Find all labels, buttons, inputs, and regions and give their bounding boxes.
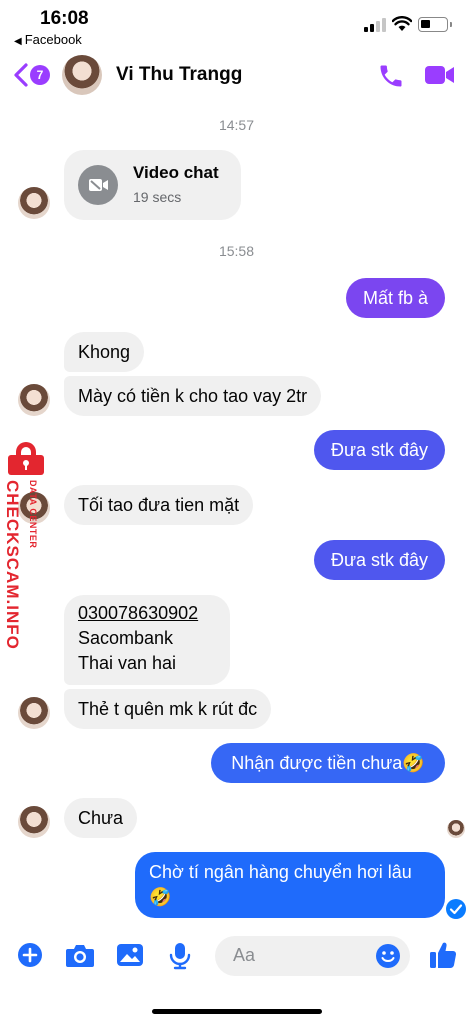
wifi-icon [392, 16, 412, 31]
sender-avatar[interactable] [18, 697, 50, 729]
cellular-signal-icon [364, 18, 386, 32]
outgoing-message[interactable]: Đưa stk đây [314, 430, 445, 470]
watermark-text: CHECKSCAM.INFO [3, 480, 22, 650]
sender-avatar[interactable] [18, 384, 50, 416]
account-info-message[interactable]: 030078630902 Sacombank Thai van hai [64, 595, 230, 685]
message-line: 🤣 [149, 887, 172, 907]
message-composer [0, 930, 473, 982]
plus-icon[interactable] [17, 942, 43, 968]
video-camera-icon [78, 165, 118, 205]
video-chat-duration: 19 secs [133, 189, 182, 205]
incoming-message[interactable]: Chưa [64, 798, 138, 838]
battery-icon [418, 17, 452, 32]
contact-avatar[interactable] [62, 55, 102, 95]
incoming-message[interactable]: Khong [64, 332, 145, 372]
gallery-icon[interactable] [116, 942, 144, 968]
chat-header: 7 Vi Thu Trangg [0, 50, 473, 100]
incoming-message[interactable]: Mày có tiền k cho tao vay 2tr [64, 376, 322, 416]
outgoing-message[interactable]: Chờ tí ngân hàng chuyển hơi lâu 🤣 [135, 852, 445, 918]
incoming-message[interactable]: Thẻ t quên mk k rút đc [64, 689, 272, 729]
video-call-icon[interactable] [424, 64, 456, 86]
seen-receipt-avatar [447, 820, 465, 838]
phone-call-icon[interactable] [377, 62, 405, 90]
watermark: CHECKSCAM.INFO DATA CENTER [0, 440, 56, 670]
back-app-label: Facebook [24, 32, 82, 47]
status-bar: 16:08 ◀ Facebook [0, 0, 473, 48]
lock-icon [8, 442, 44, 475]
back-chevron-icon[interactable] [12, 62, 30, 88]
incoming-message[interactable]: Tối tao đưa tien mặt [64, 485, 254, 525]
status-time: 16:08 [40, 8, 89, 29]
unread-count-badge[interactable]: 7 [30, 65, 50, 85]
account-holder: Thai van hai [78, 653, 177, 673]
outgoing-message[interactable]: Đưa stk đây [314, 540, 445, 580]
timestamp: 14:57 [218, 117, 255, 133]
emoji-icon[interactable] [375, 943, 401, 969]
timestamp: 15:58 [218, 243, 255, 259]
sent-check-icon [446, 899, 466, 919]
thumbs-up-icon[interactable] [428, 940, 458, 970]
back-to-app-link[interactable]: ◀ Facebook [14, 32, 82, 47]
microphone-icon[interactable] [169, 942, 191, 970]
sender-avatar[interactable] [18, 187, 50, 219]
home-indicator[interactable] [152, 1009, 322, 1014]
outgoing-message[interactable]: Nhận được tiền chưa🤣 [211, 743, 445, 783]
message-line: Chờ tí ngân hàng chuyển hơi lâu [149, 862, 412, 882]
bank-name: Sacombank [78, 628, 174, 648]
back-triangle-icon: ◀ [14, 36, 22, 47]
account-number[interactable]: 030078630902 [78, 601, 216, 626]
message-input[interactable] [233, 945, 373, 966]
contact-name[interactable]: Vi Thu Trangg [116, 64, 242, 86]
video-chat-bubble[interactable]: Video chat 19 secs [64, 150, 241, 220]
sender-avatar[interactable] [18, 806, 50, 838]
message-input-box[interactable] [215, 936, 410, 976]
video-chat-title: Video chat [133, 163, 219, 182]
watermark-subtext: DATA CENTER [28, 480, 38, 549]
outgoing-message[interactable]: Mất fb à [346, 278, 445, 318]
camera-icon[interactable] [65, 942, 95, 968]
